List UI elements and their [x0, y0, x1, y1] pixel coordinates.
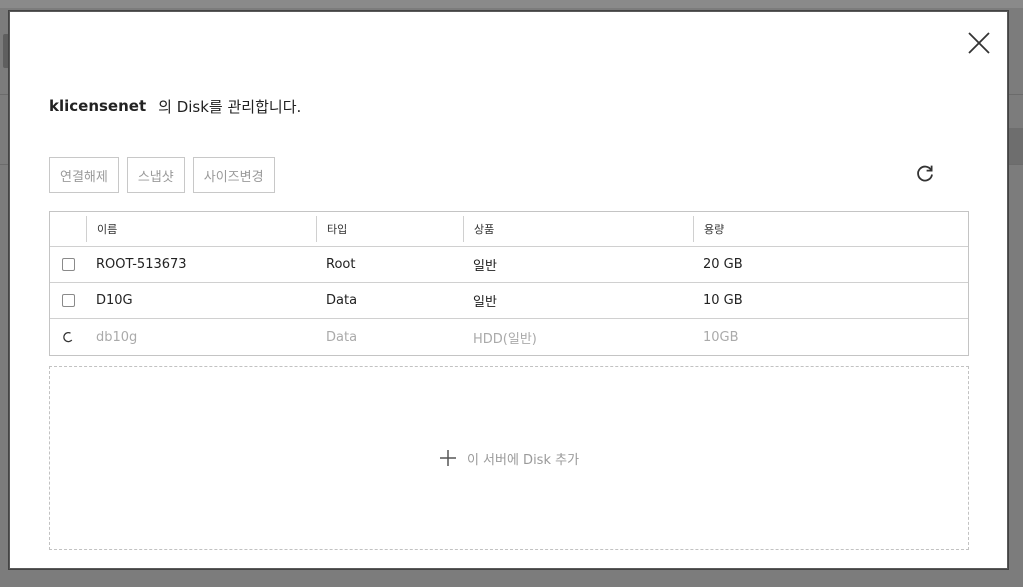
table-row[interactable]: ROOT-513673 Root 일반 20 GB — [50, 247, 968, 283]
close-button[interactable] — [966, 30, 992, 56]
add-disk-area[interactable]: 이 서버에 Disk 추가 — [49, 366, 969, 550]
header-product: 상품 — [463, 216, 693, 242]
modal-title: klicensenet 의 Disk를 관리합니다. — [49, 96, 301, 116]
disk-toolbar: 연결해제 스냅샷 사이즈변경 — [49, 157, 275, 193]
disk-table: 이름 타입 상품 용량 ROOT-513673 Root 일반 20 GB D1… — [49, 211, 969, 356]
disk-product: 일반 — [473, 259, 497, 274]
background-table-row — [1009, 128, 1023, 164]
row-checkbox-cell — [50, 283, 86, 318]
disk-name: ROOT-513673 — [96, 257, 187, 272]
disk-type: Root — [326, 257, 356, 272]
row-spinner-cell — [50, 319, 86, 355]
add-disk-content: 이 서버에 Disk 추가 — [439, 449, 579, 468]
row-checkbox-cell — [50, 247, 86, 282]
refresh-button[interactable] — [914, 163, 936, 185]
server-name: klicensenet — [49, 97, 147, 115]
title-suffix: 의 Disk를 관리합니다. — [158, 97, 302, 116]
row-checkbox[interactable] — [61, 294, 75, 307]
disk-management-modal: klicensenet 의 Disk를 관리합니다. 연결해제 스냅샷 사이즈변… — [9, 11, 1008, 569]
disk-capacity: 20 GB — [703, 257, 743, 272]
detach-button[interactable]: 연결해제 — [49, 157, 119, 193]
snapshot-button[interactable]: 스냅샷 — [126, 157, 185, 193]
plus-icon — [439, 450, 456, 466]
header-type: 타입 — [316, 216, 463, 242]
disk-name: D10G — [96, 293, 133, 308]
disk-capacity: 10GB — [703, 329, 739, 345]
disk-product: HDD(일반) — [473, 331, 537, 347]
refresh-icon — [917, 165, 933, 182]
table-row[interactable]: D10G Data 일반 10 GB — [50, 283, 968, 319]
resize-button[interactable]: 사이즈변경 — [192, 157, 275, 193]
disk-name: db10g — [96, 329, 138, 345]
table-row-pending: db10g Data HDD(일반) 10GB — [50, 319, 968, 355]
header-checkbox-cell — [50, 212, 86, 246]
background-top-strip — [0, 0, 1023, 8]
disk-capacity: 10 GB — [703, 293, 743, 308]
disk-type: Data — [326, 293, 358, 308]
close-icon — [968, 32, 990, 54]
add-disk-label: 이 서버에 Disk 추가 — [466, 452, 580, 468]
loading-spinner-icon — [63, 332, 73, 343]
header-name: 이름 — [86, 216, 316, 242]
header-capacity: 용량 — [693, 216, 968, 242]
table-header: 이름 타입 상품 용량 — [50, 212, 968, 247]
row-checkbox[interactable] — [61, 258, 75, 271]
disk-product: 일반 — [473, 295, 497, 310]
disk-type: Data — [326, 329, 358, 345]
